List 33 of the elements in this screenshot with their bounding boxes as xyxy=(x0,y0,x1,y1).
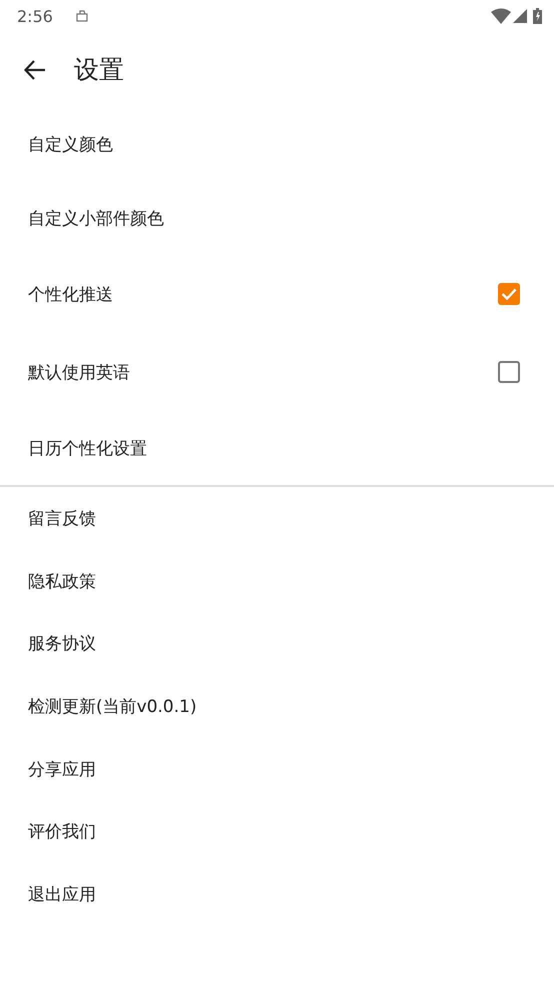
checkbox[interactable] xyxy=(498,361,520,383)
settings-item[interactable]: 分享应用 xyxy=(0,738,554,800)
notification-icon xyxy=(74,9,89,23)
item-label: 分享应用 xyxy=(28,758,97,781)
item-label: 默认使用英语 xyxy=(28,362,131,384)
item-label: 个性化推送 xyxy=(28,284,114,306)
settings-item[interactable]: 退出应用 xyxy=(0,863,554,926)
settings-item[interactable]: 评价我们 xyxy=(0,800,554,864)
item-label: 检测更新(当前v0.0.1) xyxy=(28,696,198,718)
item-label: 隐私政策 xyxy=(28,570,97,593)
settings-item[interactable]: 隐私政策 xyxy=(0,550,554,612)
checkbox[interactable] xyxy=(498,283,520,305)
item-label: 退出应用 xyxy=(28,884,97,906)
status-time: 2:56 xyxy=(17,6,53,26)
page-title: 设置 xyxy=(74,54,124,86)
settings-item[interactable]: 个性化推送 xyxy=(0,255,554,333)
checkmark-icon xyxy=(501,288,517,300)
battery-icon xyxy=(533,8,542,24)
settings-item[interactable]: 自定义颜色 xyxy=(0,107,554,181)
settings-item[interactable]: 日历个性化设置 xyxy=(0,411,554,485)
settings-item[interactable]: 留言反馈 xyxy=(0,487,554,550)
signal-icon xyxy=(513,9,527,23)
item-label: 自定义小部件颜色 xyxy=(28,208,165,230)
item-label: 自定义颜色 xyxy=(28,134,114,156)
settings-item[interactable]: 检测更新(当前v0.0.1) xyxy=(0,675,554,738)
wifi-icon xyxy=(491,8,511,24)
item-label: 留言反馈 xyxy=(28,508,97,530)
item-label: 评价我们 xyxy=(28,821,97,844)
settings-item[interactable]: 自定义小部件颜色 xyxy=(0,181,554,255)
item-label: 服务协议 xyxy=(28,633,97,656)
item-label: 日历个性化设置 xyxy=(28,438,148,460)
settings-item[interactable]: 服务协议 xyxy=(0,612,554,676)
settings-item[interactable]: 默认使用英语 xyxy=(0,333,554,411)
